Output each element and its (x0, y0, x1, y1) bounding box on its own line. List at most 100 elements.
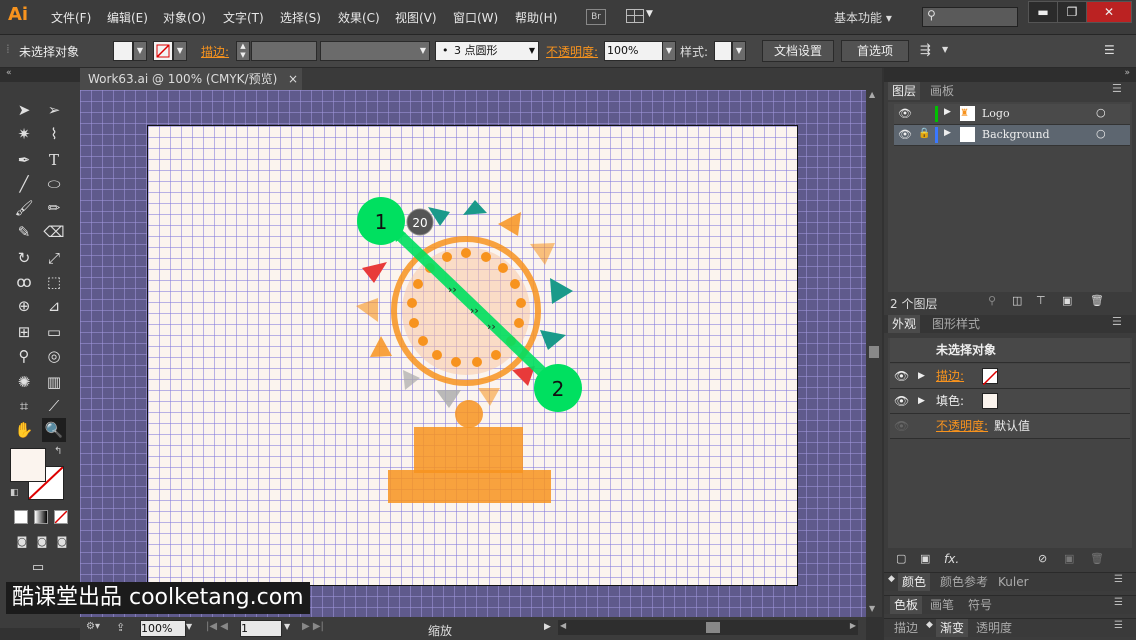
layer-thumbnail: ♜ (960, 106, 975, 121)
delete-layer-icon[interactable]: 🗑 (1090, 294, 1104, 307)
tab-appearance[interactable]: 外观 (888, 315, 920, 333)
marker-2-label: 2 (552, 377, 565, 401)
layer-name: Background (982, 128, 1050, 141)
panel-menu-icon[interactable]: ☰ (1114, 620, 1123, 631)
layer-target-icon[interactable]: ○ (1096, 106, 1106, 119)
panel-toggle-icon[interactable]: ◆ (926, 620, 933, 630)
appearance-fill-row[interactable]: 👁 ▶ 填色: (890, 389, 1130, 414)
tab-stroke[interactable]: 描边 (890, 619, 922, 637)
layers-footer: 2 个图层 ⚲ ◫ ⊤ ▣ 🗑 (884, 292, 1136, 312)
stroke-panel-tabs: 描边 ◆ 渐变 透明度 ☰ (884, 618, 1136, 637)
expand-icon[interactable]: » (1124, 68, 1130, 78)
delete-item-icon[interactable]: 🗑 (1090, 552, 1104, 565)
inner-disc[interactable] (402, 247, 530, 375)
scroll-up-icon[interactable]: ▲ (869, 90, 875, 99)
visibility-eye-icon[interactable]: 👁 (894, 414, 909, 438)
visibility-eye-icon[interactable]: 👁 (894, 364, 909, 388)
layer-thumbnail (960, 127, 975, 142)
color-panel-tabs: ◆ 颜色 颜色参考 Kuler ☰ (884, 572, 1136, 591)
layers-menu-icon[interactable]: ☰ (1112, 82, 1122, 95)
add-stroke-icon[interactable]: ▢ (896, 552, 906, 565)
fill-label: 填色: (936, 394, 965, 408)
appearance-footer: ▢ ▣ fx. ⊘ ▣ 🗑 (884, 550, 1136, 570)
tab-color[interactable]: 颜色 (898, 573, 931, 591)
artboard-number-input[interactable]: 1 (240, 620, 282, 637)
tab-gradient[interactable]: 渐变 (936, 619, 969, 637)
scroll-thumb[interactable] (869, 346, 879, 358)
appearance-menu-icon[interactable]: ☰ (1112, 315, 1122, 328)
zoom-dropdown-icon[interactable]: ▼ (186, 622, 192, 631)
layer-name: Logo (982, 107, 1010, 120)
watermark-caption: 酷课堂出品 coolketang.com (6, 582, 310, 614)
artboard-dropdown-icon[interactable]: ▼ (284, 622, 290, 631)
status-menu-icon[interactable]: ▶ (544, 622, 551, 632)
vertical-scrollbar[interactable]: ▲ ▼ (866, 90, 882, 617)
new-sublayer-icon[interactable]: ⊤ (1036, 294, 1046, 307)
stroke-swatch[interactable] (982, 368, 998, 386)
scroll-down-icon[interactable]: ▼ (869, 604, 875, 613)
new-layer-icon[interactable]: ▣ (1062, 294, 1072, 307)
tab-brushes[interactable]: 画笔 (926, 596, 958, 614)
tab-color-guide[interactable]: 颜色参考 (936, 573, 992, 591)
stroke-label[interactable]: 描边: (936, 364, 964, 388)
expand-triangle-icon[interactable]: ▶ (918, 364, 925, 388)
lock-icon[interactable]: 🔒 (918, 128, 930, 139)
tab-graphic-styles[interactable]: 图形样式 (926, 315, 986, 333)
tab-symbols[interactable]: 符号 (964, 596, 996, 614)
panel-menu-icon[interactable]: ☰ (1114, 574, 1123, 585)
base-upper-block[interactable] (414, 427, 523, 473)
horizontal-scrollbar[interactable]: ◀ ▶ (558, 620, 858, 635)
expand-triangle-icon[interactable]: ▶ (918, 389, 925, 413)
dock-header: » (884, 68, 1136, 82)
right-panel-dock: » 图层 画板 ☰ 👁 ▶ ♜ Logo ○ 👁 🔒 ▶ Background … (884, 68, 1136, 640)
tab-kuler[interactable]: Kuler (994, 573, 1033, 591)
clear-appearance-icon[interactable]: ⊘ (1038, 552, 1047, 565)
layer-row-background[interactable]: 👁 🔒 ▶ Background ○ (894, 125, 1130, 146)
tab-artboards[interactable]: 画板 (924, 82, 960, 100)
layer-target-icon[interactable]: ○ (1096, 127, 1106, 140)
layer-color-bar (935, 127, 938, 143)
scroll-thumb[interactable] (706, 622, 720, 633)
tab-swatches[interactable]: 色板 (890, 596, 923, 614)
appearance-opacity-row[interactable]: 👁 不透明度: 默认值 (890, 414, 1130, 439)
duplicate-item-icon[interactable]: ▣ (1064, 552, 1074, 565)
svg-text:››: ›› (487, 320, 496, 333)
visibility-eye-icon[interactable]: 👁 (894, 389, 909, 413)
scroll-left-icon[interactable]: ◀ (560, 621, 566, 630)
layer-count: 2 个图层 (890, 297, 938, 311)
status-bar: ⚙▾ ⇪ 100% ▼ |◀ ◀ 1 ▼ ▶ ▶| 缩放 ▶ ◀ ▶ (80, 617, 866, 640)
scroll-right-icon[interactable]: ▶ (850, 621, 856, 630)
panel-toggle-icon[interactable]: ◆ (888, 574, 895, 584)
swatch-panel-tabs: 色板 画笔 符号 ☰ (884, 595, 1136, 614)
fill-swatch[interactable] (982, 393, 998, 409)
add-fill-icon[interactable]: ▣ (920, 552, 930, 565)
visibility-eye-icon[interactable]: 👁 (898, 128, 912, 141)
add-effect-icon[interactable]: fx. (944, 552, 959, 566)
layers-list: 👁 ▶ ♜ Logo ○ 👁 🔒 ▶ Background ○ (888, 102, 1132, 292)
first-artboard-icon[interactable]: |◀ ◀ (206, 621, 228, 632)
visibility-eye-icon[interactable]: 👁 (898, 107, 912, 120)
marker-1-label: 1 (375, 210, 388, 234)
tab-transparency[interactable]: 透明度 (972, 619, 1016, 637)
expand-triangle-icon[interactable]: ▶ (944, 128, 951, 138)
zoom-level-input[interactable]: 100% (140, 620, 186, 637)
locate-object-icon[interactable]: ⚲ (988, 294, 996, 307)
appearance-stroke-row[interactable]: 👁 ▶ 描边: (890, 364, 1130, 389)
appearance-list: 未选择对象 👁 ▶ 描边: 👁 ▶ 填色: 👁 不透明度: 默认值 (888, 338, 1132, 548)
base-ball[interactable] (455, 400, 483, 428)
panel-menu-icon[interactable]: ☰ (1114, 597, 1123, 608)
layer-row-logo[interactable]: 👁 ▶ ♜ Logo ○ (894, 104, 1130, 125)
opacity-label[interactable]: 不透明度: (936, 414, 988, 438)
appearance-title: 未选择对象 (890, 338, 1130, 363)
expand-triangle-icon[interactable]: ▶ (944, 107, 951, 117)
layer-color-bar (935, 106, 938, 122)
last-artboard-icon[interactable]: ▶ ▶| (302, 621, 324, 632)
base-lower-block[interactable] (388, 470, 551, 503)
export-icon[interactable]: ⇪ (116, 621, 125, 634)
status-icon[interactable]: ⚙▾ (86, 621, 100, 632)
none-slash-icon (982, 370, 998, 386)
opacity-value: 默认值 (994, 419, 1031, 433)
tab-layers[interactable]: 图层 (888, 82, 920, 100)
svg-text:››: ›› (448, 283, 457, 296)
make-clipping-mask-icon[interactable]: ◫ (1012, 294, 1022, 307)
